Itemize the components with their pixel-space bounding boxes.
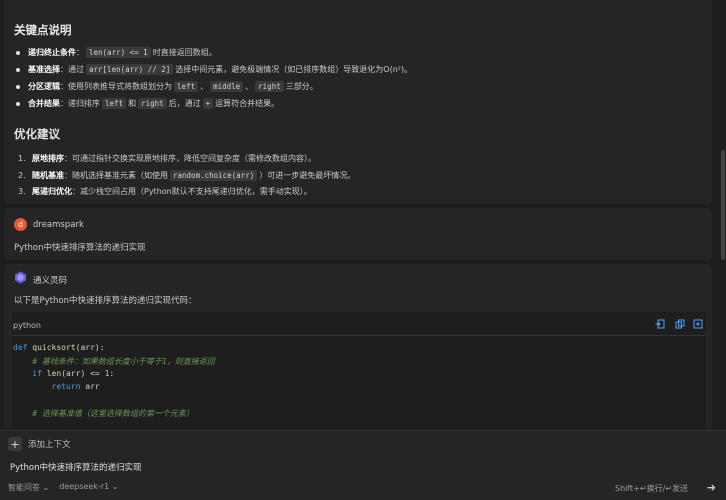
keypoint-text: 通过 — [68, 65, 84, 74]
code-line: if len(arr) <= 1: — [32, 369, 115, 378]
add-context-button[interactable]: + 添加上下文 — [8, 437, 71, 451]
code-line: # 基线条件：如果数组长度小于等于1，则直接返回 — [13, 357, 215, 366]
keypoint-text: 使用列表推导式将数组划分为 — [68, 82, 172, 91]
chat-input[interactable]: Python中快速排序算法的递归实现 — [10, 461, 141, 473]
inline-code: left — [102, 98, 127, 109]
keypoint-item: 合并结果： 递归排序 left 和 right 后，通过 + 运算符合并结果。 — [14, 98, 279, 109]
add-context-label: 添加上下文 — [28, 440, 71, 450]
optimization-title: 原地排序 — [32, 154, 64, 163]
optimization-title: 随机基准 — [32, 171, 64, 180]
ai-message-card: 通义灵码 以下是Python中快速排序算法的递归实现代码： python def… — [4, 264, 712, 428]
ai-message-card: 关键点说明 递归终止条件： len(arr) <= 1 时直接返回数组。 基准选… — [4, 0, 712, 204]
plus-icon: + — [8, 437, 22, 451]
assistant-name: 通义灵码 — [33, 276, 68, 286]
list-number: 3. — [18, 187, 26, 196]
inline-code: left — [174, 81, 199, 92]
keypoint-title: 递归终止条件 — [28, 48, 76, 57]
code-line: return arr — [51, 382, 100, 391]
bullet-dot — [16, 84, 20, 89]
inline-code: right — [255, 81, 284, 92]
chat-scrollbar-thumb[interactable] — [721, 150, 725, 260]
keypoint-title: 合并结果 — [28, 99, 60, 108]
inline-code: random.choice(arr) — [170, 170, 258, 181]
code-block-header: python — [12, 312, 706, 336]
copy-icon[interactable] — [674, 318, 686, 330]
assistant-intro-text: 以下是Python中快速排序算法的递归实现代码： — [14, 296, 197, 306]
code-block: python def quicksort(arr): # 基线条件：如果数组长度… — [12, 312, 706, 428]
keypoint-text: 时直接返回数组。 — [152, 48, 217, 57]
code-function-name: quicksort — [32, 343, 76, 352]
optimization-item: 2. 随机基准： 随机选择基准元素（如使用 random.choice(arr)… — [18, 170, 356, 181]
optimization-item: 3. 尾递归优化： 减少栈空间占用（Python默认不支持尾递归优化，需手动实现… — [18, 187, 312, 196]
optimization-text: ）可进一步避免最坏情况。 — [259, 171, 356, 180]
inline-code: arr[len(arr) // 2] — [86, 64, 174, 75]
code-line: def quicksort(arr): — [13, 343, 105, 352]
heading-keypoints: 关键点说明 — [14, 23, 72, 37]
list-number: 2. — [18, 171, 26, 180]
optimization-title: 尾递归优化 — [32, 187, 72, 196]
keypoint-text: 三部分。 — [285, 82, 318, 91]
inline-code: + — [202, 98, 214, 109]
new-file-icon[interactable] — [692, 318, 704, 330]
list-number: 1. — [18, 154, 26, 163]
keypoint-item: 递归终止条件： len(arr) <= 1 时直接返回数组。 — [14, 47, 217, 58]
bullet-dot — [16, 50, 20, 55]
send-hint: Shift+↵换行/↵发送 — [615, 484, 688, 493]
keypoint-item: 基准选择： 通过 arr[len(arr) // 2] 选择中间元素，避免极端情… — [14, 64, 412, 75]
bullet-dot — [16, 67, 20, 72]
inline-code: len(arr) <= 1 — [86, 47, 151, 58]
send-icon[interactable]: ➜ — [707, 481, 716, 494]
code-line: # 选择基准值（这里选择数组的第一个元素） — [13, 409, 194, 418]
keypoint-text: 后，通过 — [168, 99, 201, 108]
insert-code-icon[interactable] — [654, 318, 666, 330]
heading-optimization: 优化建议 — [14, 127, 60, 141]
keypoint-item: 分区逻辑： 使用列表推导式将数组划分为 left 、 middle 、 righ… — [14, 81, 318, 92]
mode-select[interactable]: 智能问答 ⌄ — [8, 482, 49, 493]
keypoint-text: 、 — [200, 82, 209, 91]
keypoint-text: 和 — [128, 99, 137, 108]
model-select[interactable]: deepseek-r1 ⌄ — [59, 482, 118, 493]
username: dreamspark — [33, 220, 84, 230]
keypoint-title: 基准选择 — [28, 65, 60, 74]
optimization-text: 随机选择基准元素（如使用 — [72, 171, 168, 180]
bullet-dot — [16, 101, 20, 106]
keypoint-text: 递归排序 — [68, 99, 100, 108]
composer: + 添加上下文 Python中快速排序算法的递归实现 智能问答 ⌄ deepse… — [0, 430, 726, 500]
optimization-item: 1. 原地排序： 可通过指针交换实现原地排序，降低空间复杂度（需修改数组内容）。 — [18, 154, 316, 163]
inline-code: middle — [210, 81, 244, 92]
optimization-text: 可通过指针交换实现原地排序，降低空间复杂度（需修改数组内容）。 — [72, 154, 316, 163]
keypoint-title: 分区逻辑 — [28, 82, 60, 91]
user-message-card: d dreamspark Python中快速排序算法的递归实现 — [4, 208, 712, 260]
chat-panel: 关键点说明 递归终止条件： len(arr) <= 1 时直接返回数组。 基准选… — [0, 0, 726, 428]
composer-toolbar: 智能问答 ⌄ deepseek-r1 ⌄ — [8, 482, 118, 493]
keypoint-text: 、 — [245, 82, 254, 91]
assistant-logo-icon — [14, 271, 27, 284]
keypoint-text: 选择中间元素，避免极端情况（如已排序数组）导致退化为O(n²)。 — [175, 65, 413, 74]
code-language: python — [13, 321, 41, 330]
user-message-text: Python中快速排序算法的递归实现 — [14, 243, 146, 253]
inline-code: right — [138, 98, 167, 109]
keypoint-text: 运算符合并结果。 — [215, 99, 280, 108]
user-avatar: d — [14, 218, 27, 231]
optimization-text: 减少栈空间占用（Python默认不支持尾递归优化，需手动实现）。 — [80, 187, 312, 196]
